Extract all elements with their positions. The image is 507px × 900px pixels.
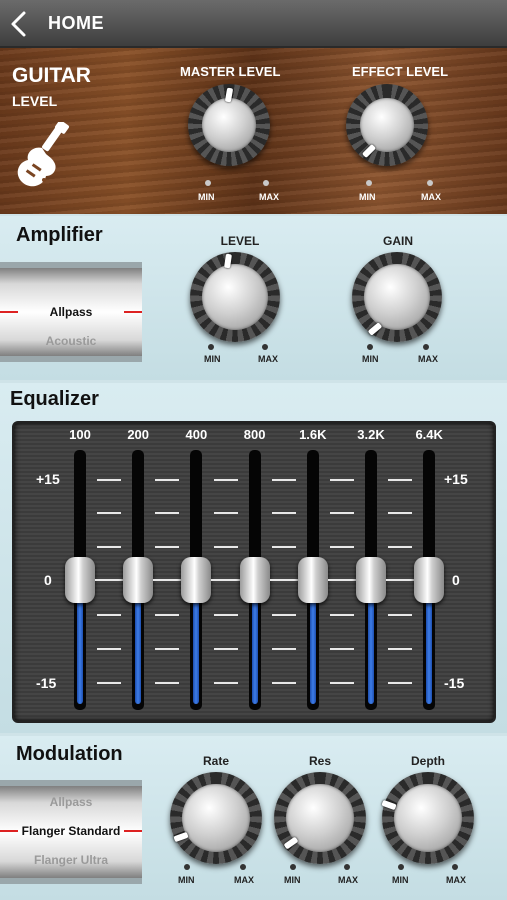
selector-item[interactable]: Allpass — [0, 795, 142, 809]
selector-item-selected[interactable]: Flanger Standard — [0, 824, 142, 838]
max-label: MAX — [421, 192, 441, 202]
knob-indicator — [361, 143, 377, 159]
max-dot — [262, 344, 268, 350]
eq-slider-handle[interactable] — [414, 557, 445, 603]
eq-scale-top-right: +15 — [444, 471, 468, 487]
home-button[interactable]: HOME — [48, 13, 104, 34]
knob-cap — [360, 98, 414, 152]
knob-cap — [364, 264, 430, 330]
max-label: MAX — [259, 192, 279, 202]
max-label: MAX — [446, 875, 466, 885]
eq-slider-handle[interactable] — [65, 557, 95, 603]
electric-guitar-icon — [17, 122, 69, 187]
amp-level-label: LEVEL — [220, 234, 260, 248]
max-dot — [263, 180, 269, 186]
min-label: MIN — [392, 875, 409, 885]
rate-knob[interactable] — [170, 772, 262, 864]
min-dot — [366, 180, 372, 186]
guitar-subtitle: LEVEL — [12, 93, 58, 109]
min-label: MIN — [204, 354, 221, 364]
master-level-label: MASTER LEVEL — [180, 64, 281, 79]
effect-level-label: EFFECT LEVEL — [351, 64, 449, 79]
max-dot — [452, 864, 458, 870]
selector-item-selected[interactable]: Allpass — [0, 305, 142, 319]
max-label: MAX — [338, 875, 358, 885]
knob-cap — [202, 98, 256, 152]
modulation-title: Modulation — [16, 743, 123, 765]
min-dot — [290, 864, 296, 870]
equalizer-title: Equalizer — [10, 388, 99, 410]
min-label: MIN — [178, 875, 195, 885]
knob-indicator — [173, 831, 189, 843]
eq-scale-bottom-left: -15 — [36, 675, 57, 691]
depth-label: Depth — [411, 754, 445, 768]
eq-slider-handle[interactable] — [297, 557, 328, 603]
amp-gain-knob[interactable] — [352, 252, 442, 342]
knob-cap — [202, 264, 268, 330]
eq-scale-top-left: +15 — [36, 471, 60, 487]
eq-slider-handle[interactable] — [123, 557, 154, 603]
rate-label: Rate — [202, 754, 229, 768]
max-dot — [344, 864, 350, 870]
selector-item[interactable]: Acoustic — [0, 334, 142, 348]
master-level-knob[interactable] — [188, 84, 270, 166]
eq-slider-handle[interactable] — [239, 557, 270, 603]
guitar-title: GUITAR — [12, 64, 91, 87]
max-label: MAX — [234, 875, 254, 885]
amp-gain-label: GAIN — [383, 234, 413, 248]
res-label: Res — [308, 754, 331, 768]
knob-indicator — [283, 836, 299, 850]
depth-knob[interactable] — [381, 772, 474, 864]
chevron-left-icon[interactable] — [8, 10, 30, 38]
min-dot — [398, 864, 404, 870]
max-dot — [423, 344, 429, 350]
selector-item[interactable]: Flanger Ultra — [0, 853, 142, 867]
min-label: MIN — [284, 875, 301, 885]
eq-scale-bottom-right: -15 — [444, 675, 465, 691]
min-dot — [367, 344, 373, 350]
eq-slider-handle[interactable] — [356, 557, 386, 603]
amp-level-knob[interactable] — [190, 252, 280, 342]
amplifier-type-selector[interactable]: Allpass Acoustic — [0, 262, 142, 362]
max-label: MAX — [418, 354, 438, 364]
knob-cap — [182, 784, 250, 852]
effect-level-knob[interactable] — [346, 84, 428, 166]
min-label: MIN — [198, 192, 215, 202]
max-dot — [240, 864, 246, 870]
min-dot — [205, 180, 211, 186]
eq-scale-mid-left: 0 — [44, 572, 52, 588]
max-label: MAX — [258, 354, 278, 364]
min-dot — [184, 864, 190, 870]
modulation-type-selector[interactable]: Allpass Flanger Standard Flanger Ultra — [0, 780, 142, 884]
amplifier-title: Amplifier — [16, 224, 103, 246]
min-label: MIN — [359, 192, 376, 202]
eq-scale-mid-right: 0 — [452, 572, 460, 588]
eq-slider-handle[interactable] — [181, 557, 212, 603]
res-knob[interactable] — [274, 772, 366, 864]
knob-cap — [394, 784, 462, 852]
min-dot — [208, 344, 214, 350]
min-label: MIN — [362, 354, 379, 364]
knob-indicator — [381, 799, 397, 811]
max-dot — [427, 180, 433, 186]
knob-indicator — [367, 322, 383, 336]
